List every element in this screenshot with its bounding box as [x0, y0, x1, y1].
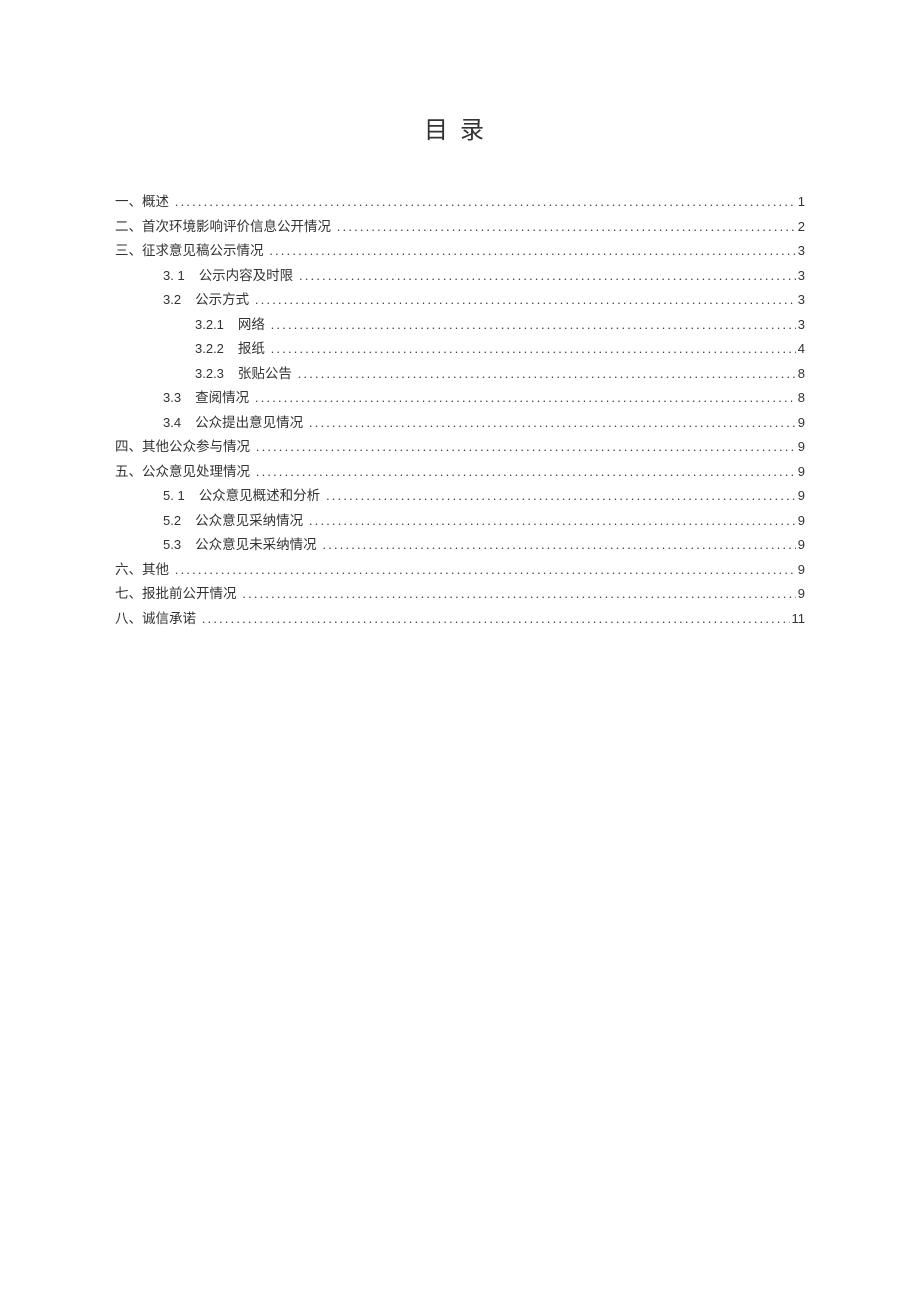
toc-entry-page: 8 [796, 391, 805, 404]
toc-leader-dots [324, 489, 796, 502]
toc-leader-dots [307, 514, 796, 527]
toc-leader-dots [269, 342, 796, 355]
toc-entry-page: 11 [790, 612, 806, 625]
toc-entry-text: 八、诚信承诺 [115, 612, 196, 626]
toc-entry-page: 9 [796, 538, 805, 551]
toc-entry-page: 9 [796, 440, 805, 453]
toc-entry-number: 3.2 [163, 293, 181, 306]
toc-entry-text: 报纸 [238, 342, 265, 356]
toc-entry-text: 七、报批前公开情况 [115, 587, 237, 601]
toc-entry-page: 8 [796, 367, 805, 380]
toc-entry-text: 四、其他公众参与情况 [115, 440, 250, 454]
toc-entry-text: 二、首次环境影响评价信息公开情况 [115, 220, 331, 234]
toc-entry[interactable]: 3. 1 公示内容及时限 3 [115, 269, 805, 283]
toc-entry-text: 公众意见采纳情况 [195, 514, 303, 528]
toc-entry-number: 5. 1 [163, 489, 185, 502]
toc-leader-dots [253, 391, 796, 404]
toc-leader-dots [296, 367, 796, 380]
toc-entry[interactable]: 3.2.2 报纸 4 [115, 342, 805, 356]
toc-entry-text: 一、概述 [115, 195, 169, 209]
toc-leader-dots [254, 465, 796, 478]
toc-entry-text: 张贴公告 [238, 367, 292, 381]
toc-entry[interactable]: 二、首次环境影响评价信息公开情况 2 [115, 220, 805, 234]
toc-entry-text: 公众意见概述和分析 [199, 489, 321, 503]
toc-entry-text: 网络 [238, 318, 265, 332]
toc-entry-text: 公示方式 [195, 293, 249, 307]
toc-entry-page: 9 [796, 587, 805, 600]
toc-entry-page: 2 [796, 220, 805, 233]
toc-entry-page: 3 [796, 293, 805, 306]
toc-leader-dots [200, 612, 790, 625]
toc-entry-number: 3. 1 [163, 269, 185, 282]
toc-entry[interactable]: 3.2.3 张贴公告 8 [115, 367, 805, 381]
toc-entry[interactable]: 5. 1 公众意见概述和分析 9 [115, 489, 805, 503]
toc-entry-text: 五、公众意见处理情况 [115, 465, 250, 479]
toc-entry-page: 9 [796, 489, 805, 502]
toc-entry-text: 公众提出意见情况 [195, 416, 303, 430]
toc-entry-page: 9 [796, 416, 805, 429]
toc-leader-dots [335, 220, 796, 233]
toc-leader-dots [307, 416, 796, 429]
toc-entry-number: 3.4 [163, 416, 181, 429]
toc-entry[interactable]: 3.3 查阅情况 8 [115, 391, 805, 405]
toc-entry-number: 5.3 [163, 538, 181, 551]
toc-entry[interactable]: 六、其他 9 [115, 563, 805, 577]
toc-leader-dots [268, 244, 796, 257]
toc-entry[interactable]: 三、征求意见稿公示情况 3 [115, 244, 805, 258]
toc-entry-number: 3.3 [163, 391, 181, 404]
toc-entry-page: 3 [796, 269, 805, 282]
toc-leader-dots [253, 293, 796, 306]
toc-entry[interactable]: 七、报批前公开情况 9 [115, 587, 805, 601]
table-of-contents: 一、概述 1 二、首次环境影响评价信息公开情况 2 三、征求意见稿公示情况 3 3. 1 公示… [115, 195, 805, 625]
toc-entry-text: 公示内容及时限 [199, 269, 294, 283]
toc-entry[interactable]: 八、诚信承诺 11 [115, 612, 805, 626]
toc-leader-dots [173, 195, 796, 208]
toc-entry-text: 查阅情况 [195, 391, 249, 405]
toc-leader-dots [254, 440, 796, 453]
toc-entry-page: 9 [796, 514, 805, 527]
toc-entry-page: 3 [796, 244, 805, 257]
toc-entry[interactable]: 5.2 公众意见采纳情况 9 [115, 514, 805, 528]
toc-entry[interactable]: 5.3 公众意见未采纳情况 9 [115, 538, 805, 552]
toc-entry-number: 3.2.3 [195, 367, 224, 380]
toc-entry-page: 1 [796, 195, 805, 208]
toc-entry-text: 六、其他 [115, 563, 169, 577]
toc-leader-dots [241, 587, 796, 600]
toc-entry[interactable]: 五、公众意见处理情况 9 [115, 465, 805, 479]
toc-entry-page: 3 [796, 318, 805, 331]
page-title: 目录 [115, 110, 805, 145]
toc-entry-number: 3.2.2 [195, 342, 224, 355]
toc-entry-number: 5.2 [163, 514, 181, 527]
toc-entry-text: 公众意见未采纳情况 [195, 538, 317, 552]
toc-entry[interactable]: 3.4 公众提出意见情况 9 [115, 416, 805, 430]
toc-leader-dots [269, 318, 796, 331]
toc-entry[interactable]: 四、其他公众参与情况 9 [115, 440, 805, 454]
toc-entry-page: 4 [796, 342, 805, 355]
toc-entry-page: 9 [796, 563, 805, 576]
toc-entry[interactable]: 3.2 公示方式 3 [115, 293, 805, 307]
toc-entry-number: 3.2.1 [195, 318, 224, 331]
toc-entry[interactable]: 3.2.1 网络 3 [115, 318, 805, 332]
toc-entry-text: 三、征求意见稿公示情况 [115, 244, 264, 258]
toc-entry-page: 9 [796, 465, 805, 478]
toc-leader-dots [297, 269, 796, 282]
toc-leader-dots [173, 563, 796, 576]
toc-leader-dots [321, 538, 796, 551]
toc-entry[interactable]: 一、概述 1 [115, 195, 805, 209]
